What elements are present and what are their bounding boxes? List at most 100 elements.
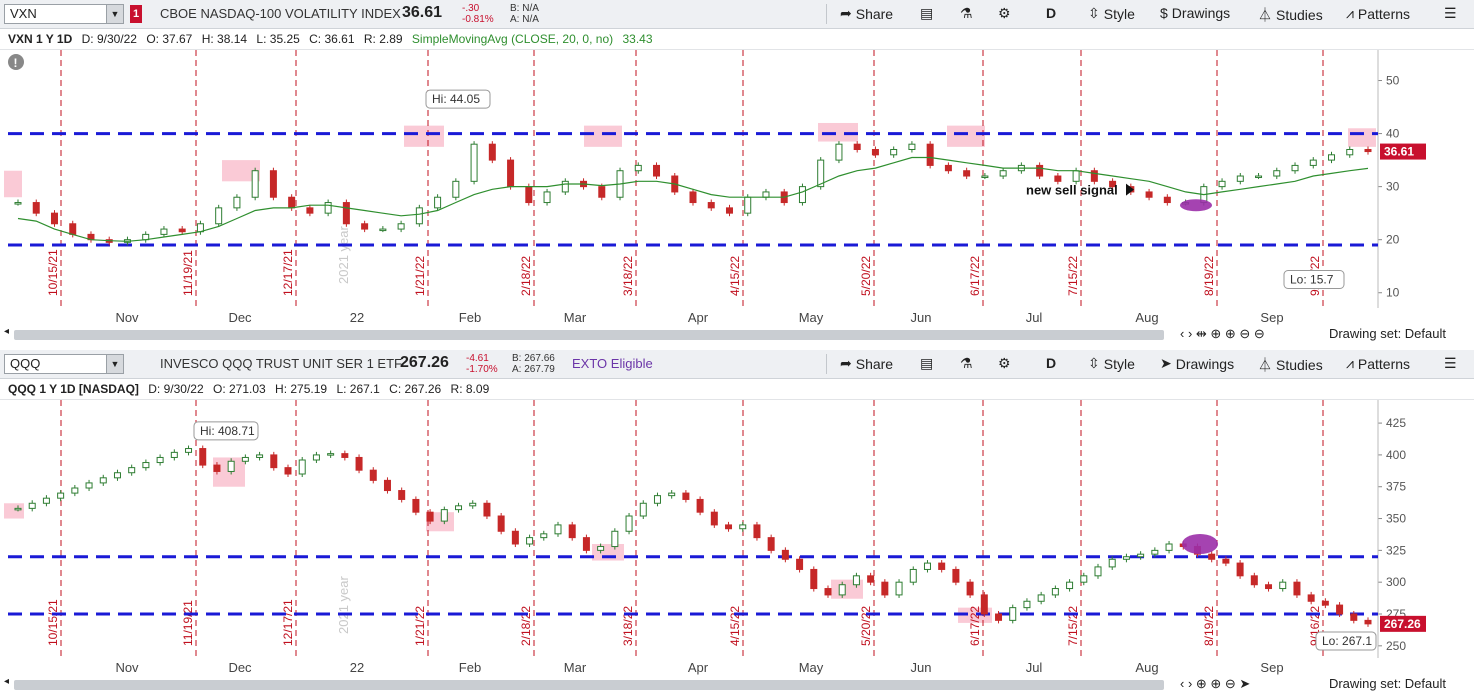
news-button[interactable]: ▤ (920, 355, 933, 372)
qqq-chart[interactable]: 25027530032535037540042510/15/21 11/19/21… (0, 400, 1474, 676)
menu-button[interactable]: ☰ (1444, 5, 1457, 22)
alert-icon-glyph: ! (14, 56, 18, 70)
candle-body (1037, 594, 1045, 602)
highlight-box (947, 125, 985, 147)
candle-body (739, 524, 747, 530)
info-range: R: 8.09 (450, 382, 490, 396)
candle-body (128, 467, 136, 474)
x-month-label: Nov (115, 310, 139, 325)
x-month-label: 22 (350, 660, 364, 675)
candle-body (426, 511, 434, 522)
drawings-button[interactable]: $ Drawings (1160, 5, 1230, 21)
share-button[interactable]: ➦ Share (840, 355, 893, 372)
candle-body (284, 467, 292, 475)
flag-icon[interactable]: 1 (130, 5, 142, 23)
news-button[interactable]: ▤ (920, 5, 933, 22)
patterns-button[interactable]: ⩘ Patterns (1346, 5, 1410, 22)
drawing-set-label[interactable]: Drawing set: Default (1329, 326, 1446, 341)
studies-icon: ⏃ (1258, 357, 1272, 373)
cursor-icon: ➤ (1160, 355, 1172, 371)
studies-button[interactable]: ⏃ Studies (1258, 5, 1323, 25)
exto-link[interactable]: EXTO Eligible (572, 356, 653, 371)
lab-button[interactable]: ⚗ (960, 5, 973, 22)
drawing-set-label[interactable]: Drawing set: Default (1329, 676, 1446, 691)
bid-value: B: 267.66 (512, 353, 555, 364)
candle-body (355, 456, 363, 471)
candle-body (597, 546, 605, 551)
sma-label: SimpleMovingAvg (CLOSE, 20, 0, no) (411, 32, 614, 46)
patterns-button[interactable]: ⩘ Patterns (1346, 355, 1410, 372)
candle-body (1023, 600, 1031, 609)
candle-body (452, 180, 460, 198)
scroll-left-icon[interactable]: ◂ (4, 326, 9, 337)
plot-area (8, 50, 1378, 308)
lab-button[interactable]: ⚗ (960, 355, 973, 372)
candle-body (469, 502, 477, 507)
info-low: L: 35.25 (256, 32, 300, 46)
chevron-down-icon[interactable]: ▼ (106, 5, 123, 23)
patterns-label: Patterns (1357, 355, 1411, 372)
candle-body (634, 164, 642, 172)
settings-button[interactable]: ⚙ (998, 5, 1011, 22)
candle-body (99, 477, 107, 484)
candle-body (682, 492, 690, 500)
x-month-label: Sep (1260, 310, 1283, 325)
candle-body (926, 143, 934, 166)
x-month-label: Mar (564, 310, 587, 325)
candle-body (1090, 170, 1098, 182)
style-button[interactable]: ⇳ Style (1088, 5, 1135, 22)
highlight-box (584, 125, 622, 147)
studies-button[interactable]: ⏃ Studies (1258, 355, 1323, 375)
studies-icon: ⏃ (1258, 7, 1272, 23)
symbol-input[interactable]: VXN ▼ (4, 4, 124, 24)
candle-body (233, 196, 241, 209)
symbol-input[interactable]: QQQ ▼ (4, 354, 124, 374)
zoom-controls[interactable]: ‹ › ⊕ ⊕ ⊖ ➤ (1180, 676, 1250, 692)
date-marker-label: 12/17/21 (281, 599, 295, 646)
lo-label: Lo: 267.1 (1322, 634, 1372, 648)
y-tick-label: 400 (1386, 448, 1406, 462)
candle-body (526, 537, 534, 545)
horizontal-scrollbar[interactable] (14, 330, 1164, 340)
period-button[interactable]: D (1046, 5, 1056, 21)
candle-body (1291, 164, 1299, 172)
candle-body (342, 202, 350, 225)
candle-body (241, 456, 249, 462)
style-button[interactable]: ⇳ Style (1088, 355, 1135, 372)
candle-body (908, 143, 916, 150)
candle-body (1208, 553, 1216, 560)
share-button[interactable]: ➦ Share (840, 5, 893, 22)
price-change: -.30 -0.81% (462, 3, 494, 25)
info-low: L: 267.1 (336, 382, 380, 396)
share-icon: ➦ (840, 355, 852, 371)
patterns-icon: ⩘ (1346, 355, 1354, 371)
info-range: R: 2.89 (363, 32, 403, 46)
chevron-down-icon[interactable]: ▼ (106, 355, 123, 373)
candle-body (966, 581, 974, 596)
candle-body (753, 524, 761, 539)
vxn-chart[interactable]: 10 20 30 40 50 10/15/21 11/19/21 12/17/21 1/21/2… (0, 50, 1474, 326)
x-month-label: Apr (688, 660, 709, 675)
period-button[interactable]: D (1046, 355, 1056, 371)
highlight-box (404, 125, 444, 147)
menu-button[interactable]: ☰ (1444, 355, 1457, 372)
settings-button[interactable]: ⚙ (998, 355, 1011, 372)
horizontal-scrollbar[interactable] (14, 680, 1164, 690)
date-marker-label: 2/18/22 (519, 256, 533, 296)
y-tick-label: 10 (1386, 286, 1400, 300)
candle-body (952, 568, 960, 583)
candle-body (853, 143, 861, 150)
patterns-label: Patterns (1357, 5, 1411, 22)
y-tick-label: 20 (1386, 233, 1400, 247)
candle-body (324, 202, 332, 214)
scroll-left-icon[interactable]: ◂ (4, 676, 9, 687)
candle-body (881, 581, 889, 596)
patterns-icon: ⩘ (1346, 5, 1354, 21)
candle-body (852, 575, 860, 586)
drawings-button[interactable]: ➤ Drawings (1160, 355, 1234, 372)
symbol-text: VXN (10, 6, 37, 21)
watermark: 2021 year (336, 226, 351, 284)
ask-value: A: N/A (510, 14, 539, 25)
hi-label: Hi: 408.71 (200, 424, 255, 438)
zoom-controls[interactable]: ‹ › ⇹ ⊕ ⊕ ⊖ ⊖ (1180, 326, 1265, 342)
